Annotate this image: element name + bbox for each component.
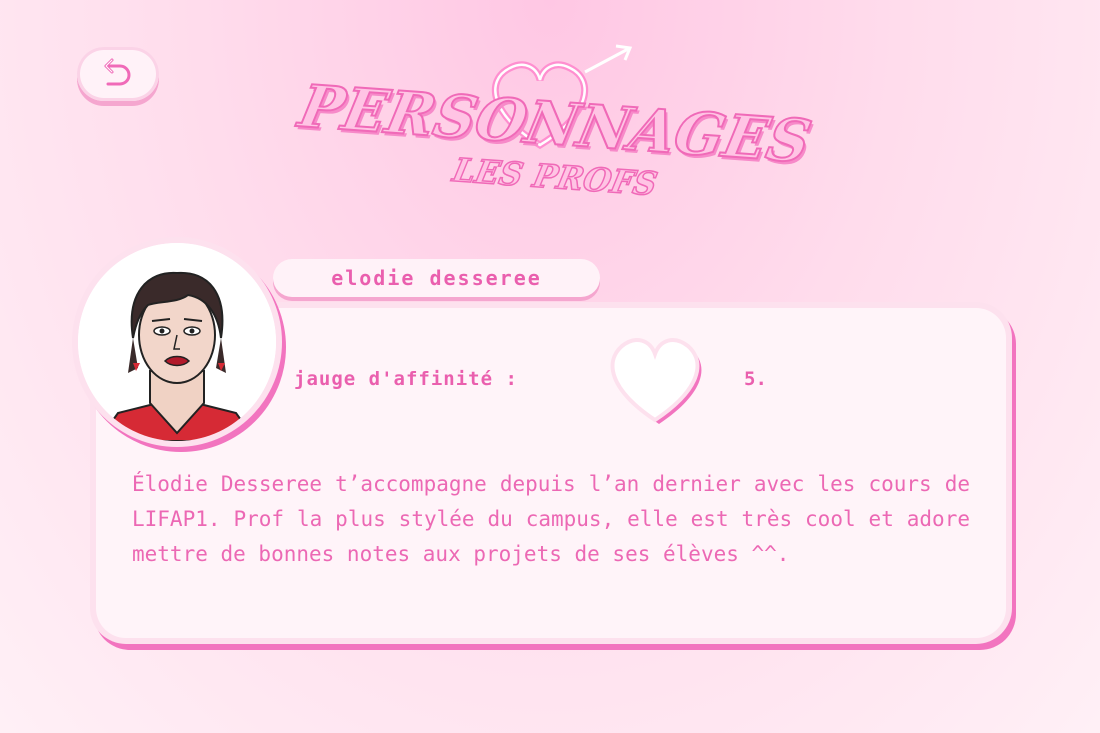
character-portrait <box>78 243 276 441</box>
back-arrow-icon <box>104 58 131 86</box>
character-name-tab: Elodie desseree <box>273 259 600 297</box>
character-name: Elodie desseree <box>331 266 542 290</box>
title-block: PERSONNAGES LES PROFS <box>290 40 820 204</box>
affinity-label: Jauge d'affinité : <box>294 368 518 390</box>
affinity-value: 5. <box>744 368 767 390</box>
character-description: Élodie Desseree t’accompagne depuis l’an… <box>132 472 970 566</box>
back-button[interactable] <box>77 47 159 101</box>
affinity-heart-icon <box>610 338 702 424</box>
